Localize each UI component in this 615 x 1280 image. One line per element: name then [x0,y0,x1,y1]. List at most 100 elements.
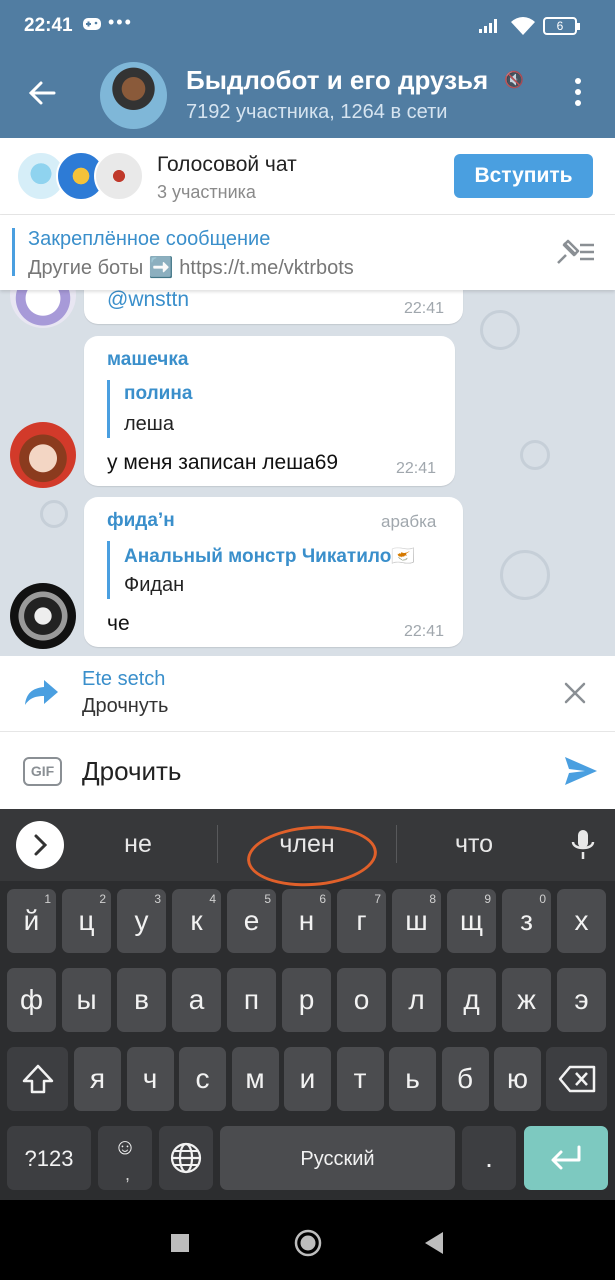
period-key[interactable]: . [462,1126,516,1190]
symbols-key[interactable]: ?123 [7,1126,91,1190]
key[interactable]: й1 [7,889,56,953]
key-hint: 3 [154,892,161,906]
message-list[interactable]: @wnsttn 22:41 машечка полина леша у меня… [0,290,615,656]
message-sender[interactable]: машечка [107,349,188,371]
key-label: к [190,905,203,936]
key[interactable]: ю [494,1047,541,1111]
recents-icon[interactable] [171,1234,189,1257]
group-avatar[interactable] [100,62,167,129]
key[interactable]: л [392,968,441,1032]
key[interactable]: э [557,968,606,1032]
key[interactable]: з0 [502,889,551,953]
pinned-message-bar[interactable]: Закреплённое сообщение Другие боты ➡️ ht… [0,215,615,290]
pinned-list-icon[interactable] [554,237,596,272]
key-label: ы [76,984,97,1015]
pinned-text: Другие боты ➡️ https://t.me/vktrbots [28,257,354,279]
key-label: м [245,1063,265,1094]
key[interactable]: о [337,968,386,1032]
key[interactable]: х [557,889,606,953]
message-text[interactable]: @wnsttn [107,290,189,312]
home-icon[interactable] [294,1229,322,1262]
user-avatar[interactable] [10,422,76,488]
key-label: в [134,984,149,1015]
user-avatar[interactable] [10,583,76,649]
wallpaper-doodle [480,310,520,350]
user-avatar[interactable] [10,290,76,328]
key[interactable]: ы [62,968,111,1032]
message-bubble[interactable]: @wnsttn 22:41 [84,290,463,324]
more-notifications-icon: ••• [108,12,133,32]
join-voice-chat-button[interactable]: Вступить [454,154,593,198]
reply-indicator [107,380,110,438]
voice-participant-avatar [94,151,144,201]
shift-key[interactable] [7,1047,68,1111]
close-icon[interactable] [563,681,587,710]
divider [396,825,397,863]
message-bubble[interactable]: фида’н арабка Анальный монстр Чикатило🇨🇾… [84,497,463,647]
forward-arrow-icon [24,678,60,711]
key[interactable]: у3 [117,889,166,953]
expand-toolbar-button[interactable] [16,821,64,869]
space-key[interactable]: Русский [220,1126,455,1190]
key[interactable]: п [227,968,276,1032]
key[interactable]: а [172,968,221,1032]
key[interactable]: д [447,968,496,1032]
chat-members-count[interactable]: 7192 участника, 1264 в сети [186,101,447,124]
key-label: х [574,905,589,936]
message-bubble[interactable]: машечка полина леша у меня записан леша6… [84,336,455,486]
key-label: л [408,984,425,1015]
key[interactable]: я [74,1047,121,1111]
suggestion-3[interactable]: что [404,830,544,859]
key[interactable]: ш8 [392,889,441,953]
wallpaper-doodle [520,440,550,470]
language-key[interactable] [159,1126,213,1190]
keyboard: не член что й1ц2у3к4е5н6г7ш8щ9з0х фывапр… [0,809,615,1200]
chat-title[interactable]: Быдлобот и его друзья [186,65,488,96]
backspace-key[interactable] [546,1047,607,1111]
key-label: ж [517,984,536,1015]
forward-sender: Ete setch [82,668,166,690]
key[interactable]: к4 [172,889,221,953]
message-input[interactable]: Дрочить [82,756,181,787]
key[interactable]: г7 [337,889,386,953]
key[interactable]: ь [389,1047,436,1111]
microphone-icon[interactable] [570,828,596,867]
enter-key[interactable] [524,1126,608,1190]
message-time: 22:41 [396,460,437,477]
key[interactable]: т [336,1047,384,1111]
key[interactable]: ч [126,1047,174,1111]
key[interactable]: м [231,1047,279,1111]
forward-preview-panel[interactable]: Ete setch Дрочнуть [0,656,615,732]
key-label: е [243,905,260,936]
key[interactable]: б [441,1047,489,1111]
reply-text[interactable]: Фидан [124,574,184,597]
key-hint: 6 [319,892,326,906]
back-arrow-icon[interactable] [28,79,56,112]
send-icon[interactable] [563,755,599,792]
reply-sender[interactable]: полина [124,383,192,405]
key-label: ч [142,1063,158,1094]
key[interactable]: р [282,968,331,1032]
key[interactable]: и [284,1047,331,1111]
back-icon[interactable] [425,1232,443,1259]
key[interactable]: ф [7,968,56,1032]
key[interactable]: ж [502,968,551,1032]
reply-text[interactable]: леша [124,413,174,436]
key[interactable]: с [179,1047,226,1111]
key[interactable]: в [117,968,166,1032]
voice-chat-bar[interactable]: Голосовой чат 3 участника Вступить [0,138,615,215]
pinned-title: Закреплённое сообщение [28,228,271,250]
emoji-key[interactable]: ☺ , [98,1126,152,1190]
reply-sender[interactable]: Анальный монстр Чикатило🇨🇾 [124,544,415,568]
suggestion-1[interactable]: не [68,830,208,859]
message-sender[interactable]: фида’н [107,510,175,532]
more-options-icon[interactable] [568,78,588,112]
key[interactable]: н6 [282,889,331,953]
key[interactable]: е5 [227,889,276,953]
key-label: э [574,984,589,1015]
key-label: ф [19,984,44,1015]
key[interactable]: ц2 [62,889,111,953]
gif-button[interactable]: GIF [23,757,62,786]
message-time: 22:41 [404,300,445,317]
key[interactable]: щ9 [447,889,496,953]
